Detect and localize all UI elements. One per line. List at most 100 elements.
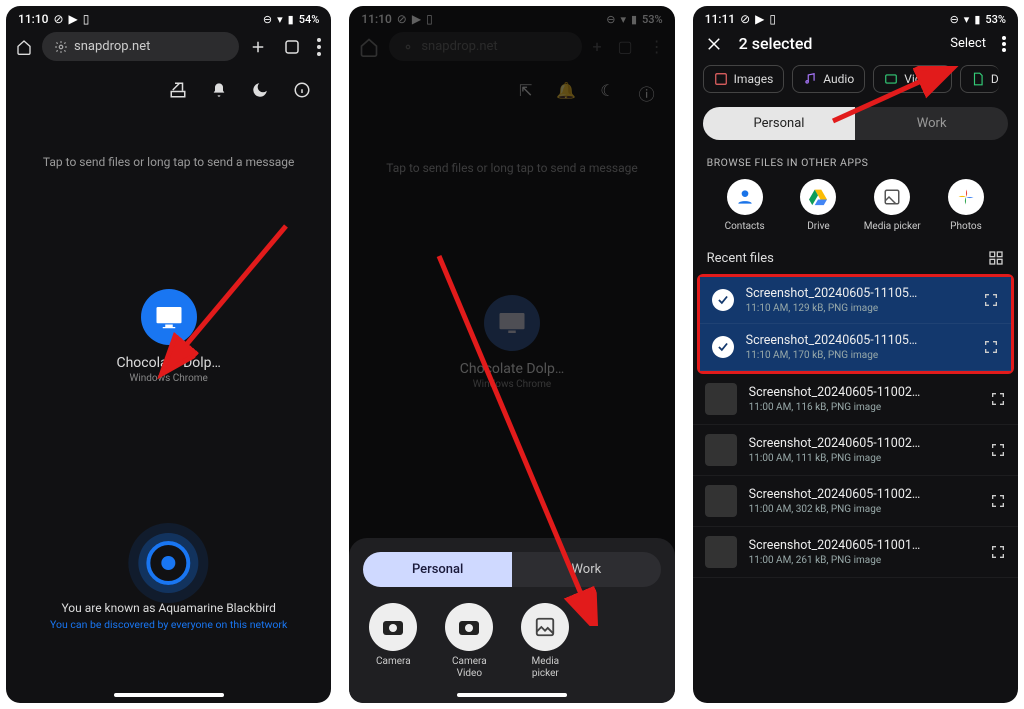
file-detail: 11:10 AM, 129 kB, PNG image xyxy=(746,303,971,314)
minus-icon: ⊖ xyxy=(950,13,959,26)
photos-icon xyxy=(956,187,976,207)
bell-icon[interactable] xyxy=(211,81,227,99)
image-icon xyxy=(714,72,728,86)
file-row[interactable]: Screenshot_20240605-11002… 11:00 AM, 111 … xyxy=(693,425,1018,476)
browser-toolbar: snapdrop.net xyxy=(6,28,331,71)
minus-icon: ⊖ xyxy=(263,13,272,26)
dnd-icon: ⊘ xyxy=(53,12,63,26)
discovery-indicator: You are known as Aquamarine Blackbird Yo… xyxy=(6,541,331,631)
address-bar: snapdrop.net xyxy=(389,32,582,61)
annotation-highlight: Screenshot_20240605-11105… 11:10 AM, 129 … xyxy=(697,274,1014,374)
file-name: Screenshot_20240605-11105… xyxy=(746,333,971,348)
status-bar: 11:11 ⊘ ▶ ▯ ⊖ ▾ ▮ 53% xyxy=(693,6,1018,28)
file-detail: 11:00 AM, 111 kB, PNG image xyxy=(749,453,978,464)
recent-header: Recent files xyxy=(693,246,1018,274)
file-thumb xyxy=(705,536,737,568)
app-drive[interactable]: Drive xyxy=(786,179,850,232)
app-photos[interactable]: Photos xyxy=(934,179,998,232)
dnd-icon: ⊘ xyxy=(397,12,407,26)
sheet-app-camera[interactable]: Camera xyxy=(369,603,417,679)
address-bar[interactable]: snapdrop.net xyxy=(42,32,239,61)
file-row[interactable]: Screenshot_20240605-11105…11:10 AM, 129 … xyxy=(700,277,1011,324)
install-icon[interactable] xyxy=(169,81,187,99)
notif-icon: ▯ xyxy=(83,12,90,26)
info-icon: ⓘ xyxy=(639,81,655,105)
file-row[interactable]: Screenshot_20240605-11002…11:00 AM, 302 … xyxy=(693,476,1018,527)
tabs-icon: ▢ xyxy=(618,37,633,56)
browse-label: BROWSE FILES IN OTHER APPS xyxy=(693,150,1018,179)
overflow-icon: ⋮ xyxy=(649,37,665,56)
home-icon[interactable] xyxy=(16,39,32,55)
media-picker-icon xyxy=(883,188,901,206)
check-icon xyxy=(712,336,734,358)
plus-icon[interactable] xyxy=(249,38,267,56)
file-name: Screenshot_20240605-11002… xyxy=(749,436,978,451)
moon-icon[interactable] xyxy=(251,81,269,99)
battery-pct: 54% xyxy=(299,13,320,26)
status-bar: 11:10 ⊘ ▶ ▯ ⊖ ▾ ▮ 53% xyxy=(349,6,674,28)
file-detail: 11:00 AM, 302 kB, PNG image xyxy=(749,504,978,515)
file-thumb xyxy=(705,383,737,415)
youtube-icon: ▶ xyxy=(69,12,78,26)
check-icon xyxy=(712,289,734,311)
drive-icon xyxy=(808,188,828,206)
bell-icon: 🔔 xyxy=(556,81,576,105)
site-settings-icon xyxy=(54,40,68,54)
dnd-icon: ⊘ xyxy=(740,12,750,26)
phone-screenshot-1: 11:10 ⊘ ▶ ▯ ⊖ ▾ ▮ 54% snapdrop.net xyxy=(6,6,331,703)
fullscreen-icon[interactable] xyxy=(990,442,1006,458)
clock: 11:10 xyxy=(18,12,48,26)
file-row[interactable]: Screenshot_20240605-11105… 11:10 AM, 170 … xyxy=(700,324,1011,371)
file-list: Screenshot_20240605-11105… 11:10 AM, 129 … xyxy=(693,274,1018,578)
youtube-icon: ▶ xyxy=(755,12,764,26)
file-name: Screenshot_20240605-11001… xyxy=(749,538,978,553)
file-detail: 11:10 AM, 170 kB, PNG image xyxy=(746,350,971,361)
fullscreen-icon[interactable] xyxy=(990,493,1006,509)
file-detail: 11:00 AM, 116 kB, PNG image xyxy=(749,402,978,413)
battery-pct: 53% xyxy=(985,13,1006,26)
fullscreen-icon[interactable] xyxy=(990,391,1006,407)
file-row[interactable]: Screenshot_20240605-11001… 11:00 AM, 261 … xyxy=(693,527,1018,578)
known-as: You are known as Aquamarine Blackbird xyxy=(6,601,331,615)
selection-count: 2 selected xyxy=(739,34,935,53)
snapdrop-toolbar xyxy=(6,71,331,99)
file-thumb xyxy=(705,434,737,466)
annotation-arrow xyxy=(419,246,639,626)
grid-view-icon[interactable] xyxy=(988,250,1004,266)
app-media-picker[interactable]: Media picker xyxy=(860,179,924,232)
overflow-icon[interactable] xyxy=(317,38,321,56)
tap-hint: Tap to send files or long tap to send a … xyxy=(18,155,319,169)
file-thumb xyxy=(705,485,737,517)
site-settings-icon xyxy=(401,40,415,54)
tabs-icon[interactable] xyxy=(283,38,301,56)
notif-icon: ▯ xyxy=(426,12,433,26)
broadcast-icon xyxy=(147,541,191,585)
fullscreen-icon[interactable] xyxy=(990,544,1006,560)
file-name: Screenshot_20240605-11002… xyxy=(749,385,978,400)
app-contacts[interactable]: Contacts xyxy=(713,179,777,232)
info-icon[interactable] xyxy=(293,81,311,99)
fullscreen-icon[interactable] xyxy=(983,339,999,355)
file-row[interactable]: Screenshot_20240605-11002… 11:00 AM, 116 … xyxy=(693,374,1018,425)
battery-icon: ▮ xyxy=(974,13,980,26)
audio-icon xyxy=(803,72,817,86)
close-icon[interactable] xyxy=(705,35,723,53)
overflow-icon[interactable] xyxy=(1002,36,1006,52)
recent-label: Recent files xyxy=(707,251,774,266)
select-button[interactable]: Select xyxy=(950,36,986,51)
battery-icon: ▮ xyxy=(631,13,637,26)
app-label: Camera Video xyxy=(452,656,487,679)
wifi-icon: ▾ xyxy=(964,13,970,26)
app-label: Media picker xyxy=(532,656,560,679)
home-icon xyxy=(359,37,379,57)
browser-toolbar: snapdrop.net + ▢ ⋮ xyxy=(349,28,674,71)
fullscreen-icon[interactable] xyxy=(983,292,999,308)
clock: 11:10 xyxy=(361,12,391,26)
clock: 11:11 xyxy=(705,12,735,26)
contacts-icon xyxy=(735,187,755,207)
file-detail: 11:00 AM, 261 kB, PNG image xyxy=(749,555,978,566)
minus-icon: ⊖ xyxy=(606,13,615,26)
chip-images[interactable]: Images xyxy=(703,65,785,93)
annotation-arrow xyxy=(823,66,1003,136)
tap-hint: Tap to send files or long tap to send a … xyxy=(361,161,662,175)
